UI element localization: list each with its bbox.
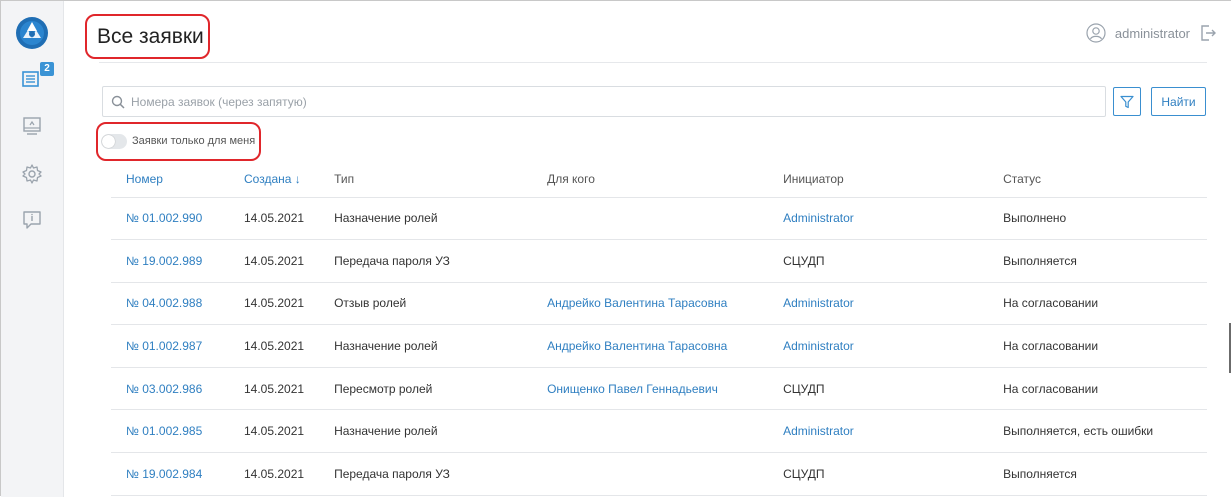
sidebar: 2 (1, 1, 64, 497)
created-date: 14.05.2021 (229, 282, 320, 326)
request-number-link[interactable]: № 19.002.989 (111, 239, 229, 283)
created-date: 14.05.2021 (229, 239, 320, 283)
for-whom-link[interactable] (532, 197, 769, 241)
for-whom-link[interactable] (532, 239, 769, 283)
column-header-status[interactable]: Статус (988, 161, 1207, 198)
filter-button[interactable] (1113, 87, 1141, 116)
request-status: На согласовании (988, 324, 1207, 368)
created-date: 14.05.2021 (229, 452, 320, 496)
table-header-row: Номер Создана ↓ Тип Для кого Инициатор С… (111, 161, 1207, 198)
table-row[interactable]: № 01.002.990 14.05.2021 Назначение ролей Ad… (111, 197, 1207, 241)
requests-table: Номер Создана ↓ Тип Для кого Инициатор С… (111, 161, 1207, 496)
initiator: СЦУДП (768, 452, 989, 496)
created-date: 14.05.2021 (229, 324, 320, 368)
toggle-highlight-annotation (96, 122, 261, 161)
title-highlight-annotation (85, 14, 210, 59)
table-row[interactable]: № 19.002.989 14.05.2021 Передача пароля УЗ… (111, 239, 1207, 283)
user-avatar-icon[interactable] (1086, 23, 1106, 43)
search-input[interactable] (131, 94, 1031, 109)
request-number-link[interactable]: № 04.002.988 (111, 282, 229, 326)
for-whom-link[interactable]: Андрейко Валентина Тарасовна (532, 282, 769, 326)
initiator[interactable]: Administrator (768, 282, 989, 326)
request-status: Выполняется, есть ошибки (988, 409, 1207, 454)
column-header-initiator[interactable]: Инициатор (768, 161, 989, 198)
app-window: 2 Все заявки administrator Номера заявок… (0, 0, 1231, 497)
initiator[interactable]: Administrator (768, 197, 989, 241)
for-whom-link[interactable]: Андрейко Валентина Тарасовна (532, 324, 769, 368)
request-type: Передача пароля УЗ (319, 239, 533, 283)
request-status: На согласовании (988, 282, 1207, 326)
user-panel: administrator (1086, 23, 1217, 43)
table-row[interactable]: № 03.002.986 14.05.2021 Пересмотр ролей Они… (111, 367, 1207, 411)
initiator: СЦУДП (768, 367, 989, 411)
request-type: Передача пароля УЗ (319, 452, 533, 496)
column-header-number[interactable]: Номер (111, 161, 229, 198)
table-row[interactable]: № 04.002.988 14.05.2021 Отзыв ролей Андрейк… (111, 282, 1207, 326)
request-type: Назначение ролей (319, 197, 533, 241)
gear-icon[interactable] (20, 162, 44, 186)
search-box (102, 86, 1106, 117)
request-number-link[interactable]: № 19.002.984 (111, 452, 229, 496)
monitor-icon[interactable] (20, 114, 44, 138)
column-header-type[interactable]: Тип (319, 161, 533, 198)
for-whom-link[interactable] (532, 452, 769, 496)
request-status: Выполнено (988, 197, 1207, 241)
logo-icon[interactable] (15, 16, 49, 50)
request-status: На согласовании (988, 367, 1207, 411)
initiator: СЦУДП (768, 239, 989, 283)
request-number-link[interactable]: № 01.002.990 (111, 197, 229, 241)
table-row[interactable]: № 19.002.984 14.05.2021 Передача пароля УЗ… (111, 452, 1207, 496)
find-button[interactable]: Найти (1151, 87, 1206, 116)
table-row[interactable]: № 01.002.985 14.05.2021 Назначение ролей Ad… (111, 409, 1207, 454)
request-type: Назначение ролей (319, 324, 533, 368)
request-type: Пересмотр ролей (319, 367, 533, 411)
feedback-icon[interactable] (20, 208, 44, 232)
table-row[interactable]: № 01.002.987 14.05.2021 Назначение ролей Ан… (111, 324, 1207, 368)
user-name[interactable]: administrator (1115, 26, 1190, 41)
initiator[interactable]: Administrator (768, 409, 989, 454)
created-date: 14.05.2021 (229, 367, 320, 411)
for-whom-link[interactable] (532, 409, 769, 454)
request-number-link[interactable]: № 01.002.987 (111, 324, 229, 368)
filter-icon (1120, 95, 1134, 108)
created-date: 14.05.2021 (229, 409, 320, 454)
initiator[interactable]: Administrator (768, 324, 989, 368)
request-number-link[interactable]: № 03.002.986 (111, 367, 229, 411)
request-type: Назначение ролей (319, 409, 533, 454)
request-type: Отзыв ролей (319, 282, 533, 326)
request-number-link[interactable]: № 01.002.985 (111, 409, 229, 454)
request-status: Выполняется (988, 239, 1207, 283)
header-divider (99, 62, 1207, 63)
search-icon (111, 95, 125, 109)
request-status: Выполняется (988, 452, 1207, 496)
requests-count-badge: 2 (40, 62, 54, 76)
logout-icon[interactable] (1199, 24, 1217, 42)
column-header-created[interactable]: Создана ↓ (229, 161, 320, 198)
created-date: 14.05.2021 (229, 197, 320, 241)
column-header-for-whom[interactable]: Для кого (532, 161, 769, 198)
for-whom-link[interactable]: Онищенко Павел Геннадьевич (532, 367, 769, 411)
